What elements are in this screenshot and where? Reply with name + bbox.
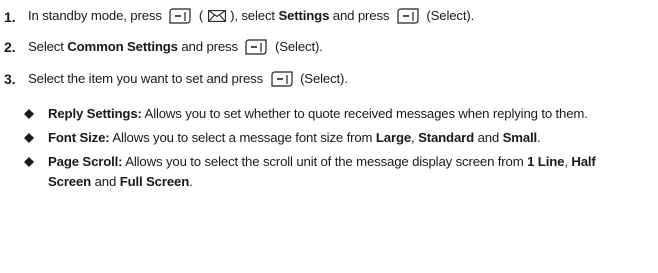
option-large: Large <box>375 130 412 145</box>
step-2-common-settings: Common Settings <box>67 39 178 54</box>
option-standard: Standard <box>418 130 475 145</box>
step-3: 3. Select the item you want to set and p… <box>4 69 348 89</box>
step-text: In standby mode, press ( ), select Setti… <box>28 6 474 28</box>
bullet-text: Allows you to select the scroll unit of … <box>125 154 524 169</box>
bullet-text: Allows you to select a message font size… <box>112 130 373 145</box>
step-text: Select the item you want to set and pres… <box>28 69 348 89</box>
step-2-text-a: Select <box>28 39 64 54</box>
step-3-text-b: (Select). <box>300 71 348 86</box>
step-text: Select Common Settings and press (Select… <box>28 37 323 57</box>
list-item: Reply Settings: Allows you to set whethe… <box>18 104 638 124</box>
step-number: 1. <box>4 9 16 25</box>
options-list: Reply Settings: Allows you to set whethe… <box>18 104 638 196</box>
left-softkey-icon <box>244 39 268 55</box>
step-number: 3. <box>4 71 16 87</box>
option-1-line: 1 Line <box>527 154 565 169</box>
step-2: 2. Select Common Settings and press (Sel… <box>4 37 323 57</box>
bullet-term: Reply Settings: <box>48 106 142 121</box>
left-softkey-icon <box>270 71 294 87</box>
option-small: Small <box>502 130 538 145</box>
step-1-text-a: In standby mode, press <box>28 8 162 23</box>
separator: , <box>564 154 568 169</box>
list-item: Font Size: Allows you to select a messag… <box>18 128 638 148</box>
instructions-page: 1. In standby mode, press ( ), select Se… <box>0 0 658 273</box>
period: . <box>537 130 541 145</box>
step-1-text-c: ), select <box>230 8 275 23</box>
diamond-bullet-icon <box>24 109 34 119</box>
step-1-text-e: and press <box>332 8 390 23</box>
step-3-text-a: Select the item you want to set and pres… <box>28 71 264 86</box>
separator: and <box>477 130 500 145</box>
bullet-term: Font Size: <box>48 130 110 145</box>
step-1-settings: Settings <box>278 8 330 23</box>
separator: , <box>411 130 415 145</box>
bullet-text: Allows you to set whether to quote recei… <box>144 106 588 121</box>
left-softkey-icon <box>396 8 420 24</box>
step-1-text-f: (Select). <box>426 8 475 23</box>
option-full-screen: Full Screen <box>119 174 190 189</box>
separator: and <box>94 174 117 189</box>
diamond-bullet-icon <box>24 133 34 143</box>
step-2-text-d: (Select). <box>274 39 323 54</box>
step-1: 1. In standby mode, press ( ), select Se… <box>4 6 474 28</box>
bullet-term: Page Scroll: <box>48 154 123 169</box>
list-item: Page Scroll: Allows you to select the sc… <box>18 152 638 192</box>
step-number: 2. <box>4 39 16 55</box>
envelope-icon <box>207 8 226 28</box>
period: . <box>189 174 193 189</box>
step-2-text-c: and press <box>181 39 238 54</box>
step-1-text-b: ( <box>198 8 204 23</box>
diamond-bullet-icon <box>24 157 34 167</box>
left-softkey-icon <box>168 8 192 24</box>
